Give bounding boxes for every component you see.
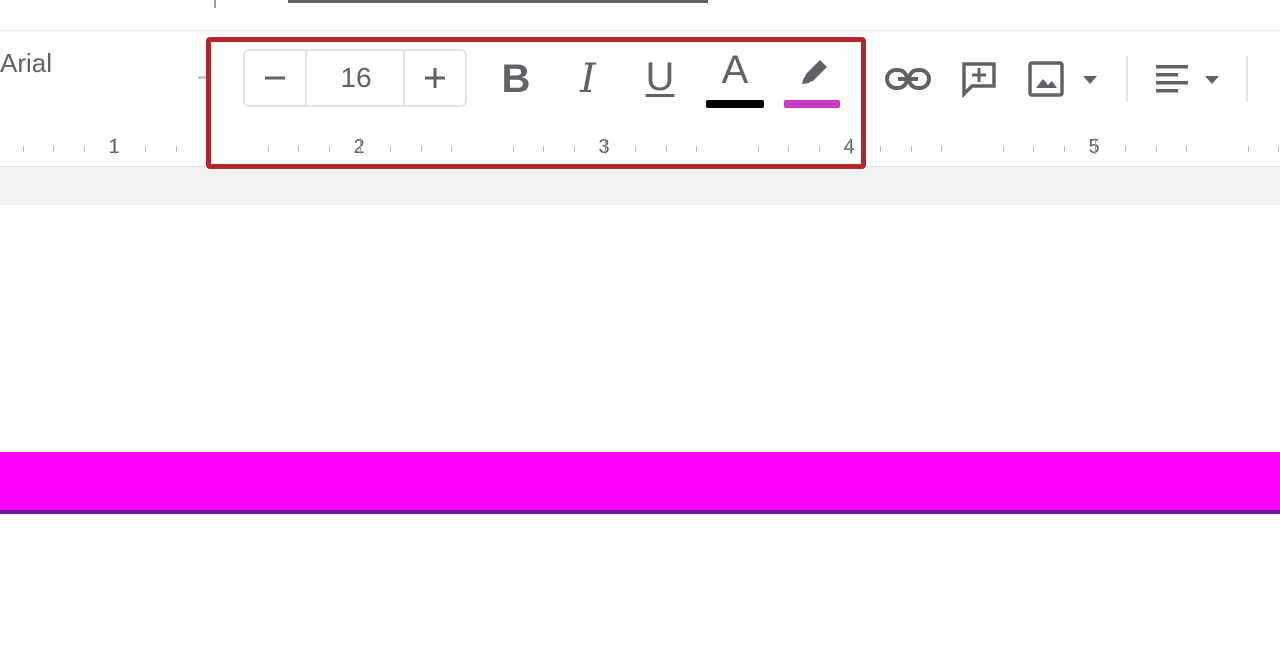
document-canvas-gap [0,167,1280,205]
ruler-tick [788,146,789,152]
ruler-tick [115,138,116,154]
italic-button[interactable]: I [564,54,612,104]
ruler-tick [1248,146,1249,152]
ruler-tick [941,146,942,152]
ruler-tick [360,138,361,154]
ruler-label: 4 [843,136,855,158]
text-color-swatch [706,100,764,108]
font-family-select[interactable]: Arial [0,50,52,76]
align-button[interactable] [1152,56,1228,102]
ruler-label: 3 [598,136,610,158]
ruler-tick [176,146,177,152]
ruler-tick [329,146,330,152]
document-page[interactable] [0,205,1280,671]
ruler-tick [268,146,269,152]
ruler-tick [298,146,299,152]
ruler-tick [206,146,207,152]
ruler-label: 5 [1088,136,1100,158]
font-family-caret [198,76,210,79]
add-comment-icon [962,62,996,98]
increase-font-size-button[interactable] [403,51,465,105]
insert-link-button[interactable] [882,56,934,102]
bold-icon: B [501,57,531,101]
ruler-tick [696,146,697,152]
ruler-tick [1278,146,1279,152]
ruler-tick [1156,146,1157,152]
ruler-label: 2 [353,136,365,158]
chevron-down-icon [1083,76,1097,84]
ruler-tick [605,138,606,154]
minus-icon [265,76,285,80]
ruler-tick [880,146,881,152]
top-underline-bar [288,0,708,3]
ruler-tick [1186,146,1187,152]
highlight-color-button[interactable] [786,50,840,98]
ruler-tick [421,146,422,152]
highlight-color-swatch [784,100,840,108]
decrease-font-size-button[interactable] [245,51,307,105]
align-left-icon [1156,65,1188,93]
ruler-tick [911,146,912,152]
top-tick [214,0,216,8]
underline-icon: U [645,55,675,99]
ruler-tick [850,138,851,154]
underline-button[interactable]: U [636,52,684,102]
ruler-tick [513,146,514,152]
highlighter-icon [802,60,827,84]
text-color-icon: A [721,48,749,92]
italic-icon: I [580,56,596,102]
toolbar-divider [1126,56,1128,102]
ruler-tick [635,146,636,152]
ruler-tick [53,146,54,152]
ruler-tick [543,146,544,152]
ruler-tick [1125,146,1126,152]
ruler-tick [574,146,575,152]
top-strip [0,0,1280,30]
chevron-down-icon [1205,76,1219,84]
ruler-tick [451,146,452,152]
ruler-label: 1 [108,136,120,158]
ruler-tick [1064,146,1065,152]
insert-image-icon [1028,61,1064,97]
ruler-tick [1003,146,1004,152]
ruler-tick [84,146,85,152]
ruler-tick [23,146,24,152]
horizontal-ruler[interactable]: 1 2 3 4 5 [0,128,1280,167]
toolbar-divider [1246,56,1248,102]
ruler-tick [666,146,667,152]
ruler-tick [1033,146,1034,152]
ruler-tick [1095,138,1096,154]
link-icon [885,68,931,90]
ruler-tick [758,146,759,152]
highlighted-text-strip[interactable] [0,452,1280,514]
ruler-tick [819,146,820,152]
ruler-tick [390,146,391,152]
plus-icon [425,68,445,88]
font-size-control: 16 [243,49,467,107]
ruler-tick [145,146,146,152]
add-comment-button[interactable] [956,56,1002,102]
bold-button[interactable]: B [492,54,540,104]
font-size-input[interactable]: 16 [307,51,405,105]
insert-image-button[interactable] [1026,56,1104,102]
